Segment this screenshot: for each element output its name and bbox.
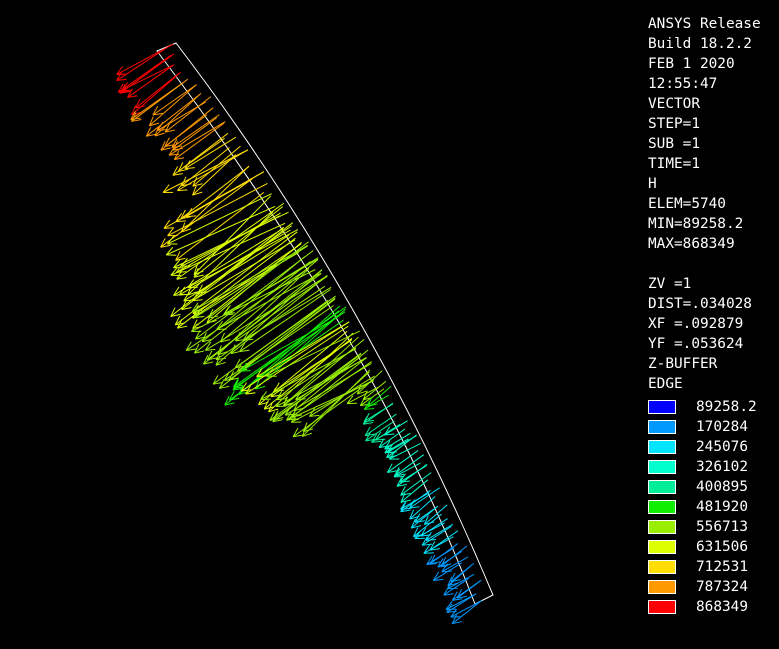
legend-entry: 712531 [648,557,757,577]
zbuffer-label: Z-BUFFER [648,356,718,372]
sub-label: SUB =1 [648,136,700,152]
vector-arrow [283,336,359,407]
time-value-label: TIME=1 [648,156,700,172]
vector-arrow [192,145,241,187]
time-label: 12:55:47 [648,76,718,92]
color-legend: 89258.2 170284 245076 326102 400895 4819… [648,397,757,617]
plot-type-label: VECTOR [648,96,700,112]
vector-arrow [205,275,328,351]
legend-entry: 556713 [648,517,757,537]
legend-swatch [648,420,676,434]
vector-arrow [284,362,372,416]
vector-arrow [363,394,389,410]
vector-arrow [233,306,347,388]
legend-swatch [648,400,676,414]
legend-entry: 481920 [648,497,757,517]
vector-arrow [131,78,189,122]
legend-swatch [648,480,676,494]
vector-arrow [399,465,427,483]
vector-arrow [384,420,408,436]
legend-swatch [648,520,676,534]
vector-arrow [184,136,237,170]
legend-value: 868349 [696,599,748,615]
legend-value: 400895 [696,479,748,495]
legend-entry: 245076 [648,437,757,457]
elem-label: ELEM=5740 [648,196,726,212]
legend-entry: 89258.2 [648,397,757,417]
vector-arrow [400,472,432,496]
legend-value: 712531 [696,559,748,575]
vector-arrow [394,454,424,477]
legend-entry: 787324 [648,577,757,597]
legend-swatch [648,440,676,454]
xf-label: XF =.092879 [648,316,744,332]
vector-arrow-head [423,552,434,554]
vector-arrow-head [240,370,251,372]
vector-arrow [425,523,454,541]
legend-swatch [648,500,676,514]
vector-arrow-head [386,451,397,454]
vector-arrow-head [364,408,375,410]
vector-arrow-head [400,507,411,510]
build-label: Build 18.2.2 [648,36,752,52]
legend-value: 245076 [696,439,748,455]
vector-arrow [171,114,220,148]
legend-swatch [648,600,676,614]
legend-entry: 400895 [648,477,757,497]
yf-label: YF =.053624 [648,336,744,352]
zv-label: ZV =1 [648,276,692,292]
vector-arrow [177,149,249,192]
max-label: MAX=868349 [648,236,735,252]
legend-value: 326102 [696,459,748,475]
legend-entry: 326102 [648,457,757,477]
legend-value: 170284 [696,419,748,435]
legend-entry: 631506 [648,537,757,557]
vector-arrow [302,369,371,437]
legend-value: 556713 [696,519,748,535]
vector-arrow-head [441,570,452,573]
dist-label: DIST=.034028 [648,296,752,312]
vector-arrow [121,64,175,91]
vector-arrow [356,370,383,395]
vector-arrows [116,43,483,625]
edge-label: EDGE [648,376,683,392]
vector-plot-viewport[interactable] [0,0,640,649]
legend-value: 89258.2 [696,399,757,415]
legend-value: 481920 [696,499,748,515]
vector-arrow [441,545,468,567]
min-label: MIN=89258.2 [648,216,744,232]
vector-arrow [168,121,226,156]
legend-value: 787324 [696,579,748,595]
plot-info-panel: ANSYS Release Build 18.2.2 FEB 1 2020 12… [648,14,779,394]
legend-swatch [648,580,676,594]
legend-entry: 170284 [648,417,757,437]
quantity-label: H [648,176,657,192]
vector-arrow [441,556,469,573]
vector-arrow-head [163,227,174,229]
legend-value: 631506 [696,539,748,555]
legend-swatch [648,540,676,554]
vector-arrow-head [175,220,186,223]
legend-swatch [648,560,676,574]
release-label: ANSYS Release [648,16,761,32]
vector-arrow [170,222,286,276]
vector-arrow [429,530,459,551]
legend-swatch [648,460,676,474]
step-label: STEP=1 [648,116,700,132]
date-label: FEB 1 2020 [648,56,735,72]
vector-arrow [240,316,338,372]
vector-arrow-head [192,310,203,312]
legend-entry: 868349 [648,597,757,617]
